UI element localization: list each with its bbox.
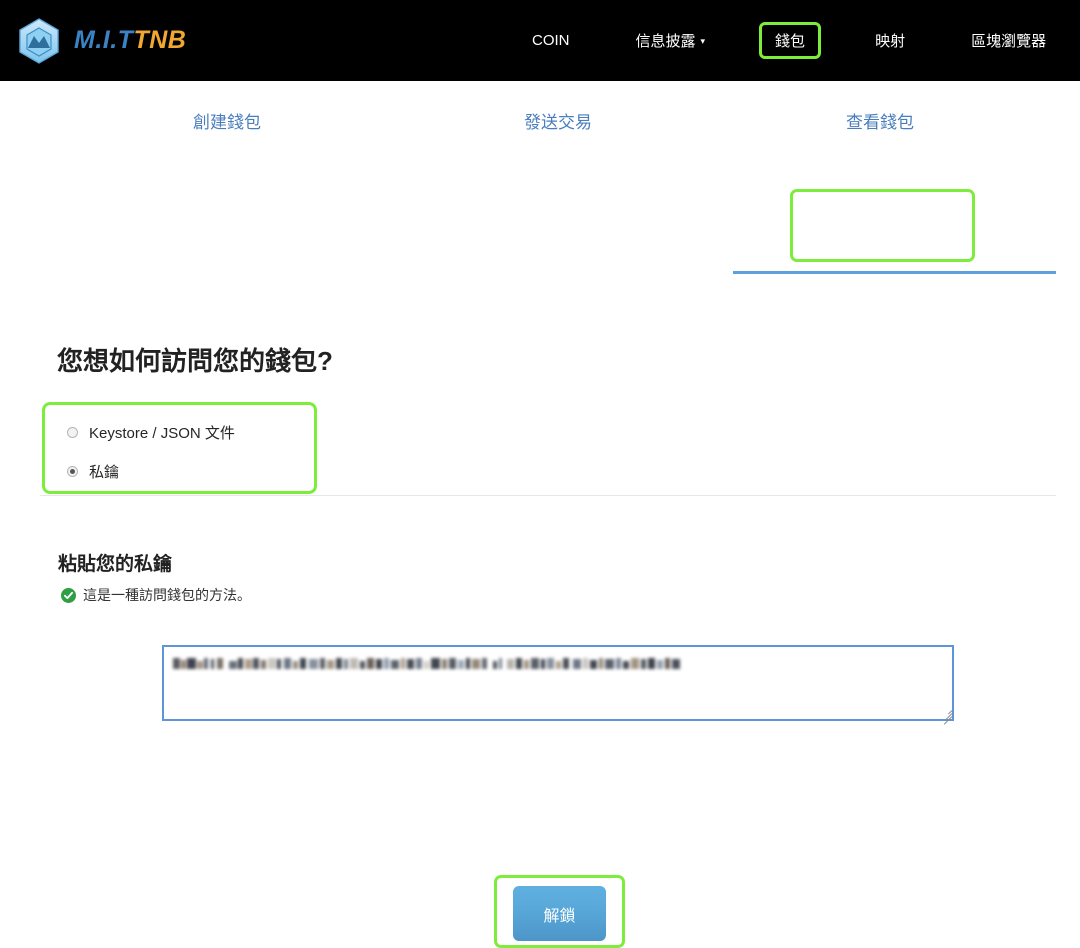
top-header: M.I.TTNB COIN 信息披露 ▾ 錢包 映射 區塊瀏覽器 登錄 語言 ▾ — [0, 0, 1080, 81]
nav-item-disclosure-label: 信息披露 — [636, 30, 696, 51]
nav-item-block-explorer[interactable]: 區塊瀏覽器 — [959, 23, 1058, 58]
access-method-group: Keystore / JSON 文件 私鑰 — [42, 402, 317, 494]
brand-name-secondary: TNB — [133, 26, 186, 54]
tab-send-transaction[interactable]: 發送交易 — [524, 108, 592, 133]
tab-create-wallet[interactable]: 創建錢包 — [193, 108, 261, 133]
active-tab-underline — [733, 271, 1056, 274]
hexagon-cube-icon — [14, 16, 64, 66]
nav-item-coin-label: COIN — [532, 32, 570, 49]
section-divider — [40, 495, 1056, 496]
check-circle-icon — [61, 588, 76, 603]
hint-text: 這是一種訪問錢包的方法。 — [83, 585, 251, 605]
wallet-tab-bar: 創建錢包 發送交易 查看錢包 — [0, 94, 1080, 194]
page-title: 您想如何訪問您的錢包? — [57, 341, 333, 378]
brand-logo[interactable]: M.I.TTNB — [14, 16, 186, 66]
chevron-down-icon: ▾ — [701, 37, 706, 46]
hint-row: 這是一種訪問錢包的方法。 — [61, 585, 251, 605]
section-title-paste-private-key: 粘貼您的私鑰 — [58, 549, 172, 576]
tab-view-wallet[interactable]: 查看錢包 — [846, 108, 914, 133]
brand-wordmark: M.I.TTNB — [74, 26, 186, 55]
nav-item-disclosure[interactable]: 信息披露 ▾ — [624, 23, 718, 58]
nav-item-block-explorer-label: 區塊瀏覽器 — [971, 30, 1046, 51]
radio-option-private-key-label: 私鑰 — [89, 461, 119, 482]
radio-option-keystore-label: Keystore / JSON 文件 — [89, 422, 235, 443]
nav-item-wallet-label: 錢包 — [775, 30, 805, 51]
nav-item-coin[interactable]: COIN — [520, 25, 582, 56]
brand-name-primary: M.I.T — [74, 26, 133, 54]
radio-option-private-key[interactable]: 私鑰 — [67, 461, 314, 482]
nav-item-mapping[interactable]: 映射 — [863, 23, 917, 58]
unlock-button[interactable]: 解鎖 — [513, 886, 606, 941]
main-navigation: COIN 信息披露 ▾ 錢包 映射 區塊瀏覽器 登錄 語言 ▾ — [520, 0, 1080, 81]
nav-item-mapping-label: 映射 — [875, 30, 905, 51]
radio-keystore-indicator[interactable] — [67, 427, 78, 438]
radio-option-keystore[interactable]: Keystore / JSON 文件 — [67, 422, 314, 443]
private-key-input[interactable] — [162, 645, 954, 721]
radio-private-key-indicator[interactable] — [67, 466, 78, 477]
nav-item-wallet[interactable]: 錢包 — [759, 22, 821, 59]
tab-view-wallet-highlight — [790, 189, 975, 262]
